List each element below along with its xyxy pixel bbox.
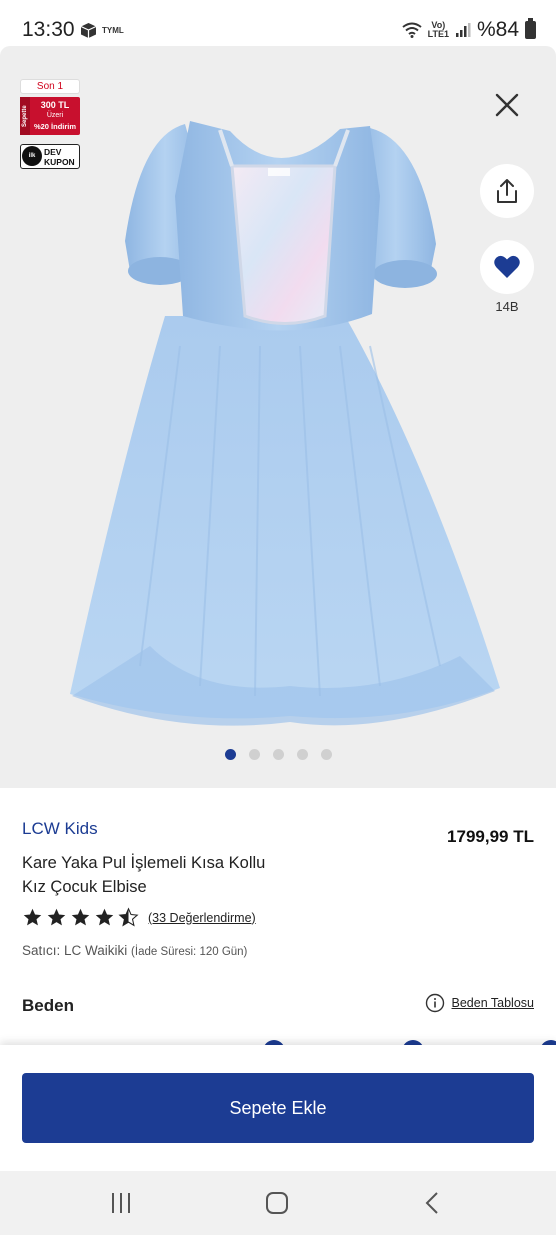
recent-apps-button[interactable] <box>106 1189 136 1219</box>
info-icon <box>425 993 444 1013</box>
reviews-link[interactable]: (33 Değerlendirme) <box>148 911 256 925</box>
product-price: 1799,99 TL <box>447 827 534 846</box>
promo-side-label: Sepette <box>20 97 30 135</box>
coupon-text: DEV KUPON <box>44 147 75 167</box>
promo-badge: Sepette 300 TL Üzeri %20 İndirim <box>20 97 80 135</box>
favorite-button[interactable] <box>480 240 534 294</box>
star-full-icon <box>47 908 66 926</box>
add-to-cart-panel: Sepete Ekle <box>0 1045 556 1171</box>
heart-icon <box>494 255 520 278</box>
star-full-icon <box>71 908 90 926</box>
size-table-link[interactable]: Beden Tablosu <box>425 993 534 1013</box>
share-button[interactable] <box>480 164 534 218</box>
wifi-icon <box>402 22 422 38</box>
status-indicators: Vo) LTE1 %84 <box>402 18 536 42</box>
status-time: 13:30 <box>22 18 75 41</box>
home-button[interactable] <box>262 1189 292 1219</box>
share-icon <box>497 179 517 203</box>
gallery-dot-4[interactable] <box>296 749 308 760</box>
gallery-pagination <box>0 749 556 760</box>
rating-stars <box>22 907 139 928</box>
seller-info: Satıcı: LC Waikiki (İade Süresi: 120 Gün… <box>22 943 247 958</box>
star-half-icon <box>118 907 139 927</box>
dress-image <box>70 121 500 726</box>
brand-name[interactable]: LCW Kids <box>22 819 98 839</box>
status-carrier: TYML <box>102 26 124 35</box>
return-period: (İade Süresi: 120 Gün) <box>131 946 248 958</box>
stock-badge: Son 1 <box>20 79 80 94</box>
recent-apps-icon <box>112 1193 130 1213</box>
network-type: Vo) LTE1 <box>428 21 449 39</box>
star-full-icon <box>23 908 42 926</box>
coupon-logo: ilk <box>22 146 42 166</box>
home-icon <box>266 1192 288 1214</box>
signal-icon <box>455 23 471 37</box>
battery-icon <box>525 18 536 39</box>
gallery-dot-5[interactable] <box>320 749 332 760</box>
gallery-dot-2[interactable] <box>248 749 260 760</box>
lte-label: LTE1 <box>427 29 449 39</box>
close-icon <box>495 93 519 117</box>
product-image-gallery[interactable] <box>0 46 556 788</box>
size-table-label: Beden Tablosu <box>451 996 534 1010</box>
seller-name[interactable]: Satıcı: LC Waikiki <box>22 943 127 958</box>
promo-amount: 300 TL <box>40 100 70 110</box>
coupon-line2: KUPON <box>44 157 75 167</box>
star-full-icon <box>95 908 114 926</box>
favorite-count: 14B <box>495 299 519 314</box>
package-icon <box>80 23 97 38</box>
battery-percentage: %84 <box>476 18 519 41</box>
close-button[interactable] <box>490 88 524 122</box>
rating-row: (33 Değerlendirme) <box>22 907 256 928</box>
coupon-line1: DEV <box>44 147 62 157</box>
system-navigation-bar <box>0 1171 556 1235</box>
gallery-dot-3[interactable] <box>272 749 284 760</box>
product-title: Kare Yaka Pul İşlemeli Kısa Kollu Kız Ço… <box>22 854 266 896</box>
promo-condition: Üzeri <box>46 112 64 119</box>
back-button[interactable] <box>418 1189 448 1219</box>
promo-discount: %20 İndirim <box>33 122 77 131</box>
gallery-dot-1[interactable] <box>224 749 236 760</box>
back-icon <box>425 1192 438 1214</box>
add-to-cart-button[interactable]: Sepete Ekle <box>22 1073 534 1143</box>
coupon-badge: ilk DEV KUPON <box>20 144 80 169</box>
size-section-title: Beden <box>22 996 74 1015</box>
